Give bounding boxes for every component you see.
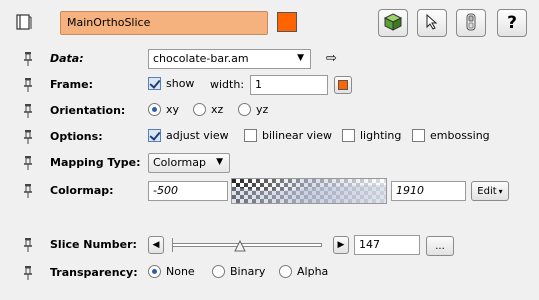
transparency-binary-label: Binary	[230, 265, 266, 278]
pin-icon[interactable]	[22, 155, 34, 171]
option-adjust-view[interactable]: adjust view	[148, 129, 229, 142]
orientation-label: Orientation:	[50, 104, 126, 117]
chevron-down-icon: ▼	[297, 53, 304, 63]
lighting-checkbox[interactable]	[342, 129, 355, 142]
slice-slider[interactable]	[170, 237, 326, 253]
orientation-yz-radio[interactable]	[238, 103, 251, 116]
transparency-none-label: None	[166, 265, 195, 278]
slice-number-input[interactable]: 147	[354, 235, 420, 255]
orientation-xy-option[interactable]: xy	[148, 103, 179, 116]
data-label: Data:	[50, 52, 84, 65]
colormap-edit-label: Edit	[477, 185, 497, 197]
orientation-xy-label: xy	[166, 103, 180, 116]
adjust-view-label: adjust view	[166, 129, 229, 142]
orientation-xz-radio[interactable]	[193, 103, 206, 116]
frame-color-swatch	[338, 80, 348, 90]
cube-button[interactable]	[378, 9, 408, 37]
orientation-xz-label: xz	[211, 103, 224, 116]
transparency-binary-option[interactable]: Binary	[212, 265, 265, 278]
row-transparency: Transparency: None Binary Alpha	[0, 261, 539, 285]
options-label: Options:	[50, 130, 103, 143]
help-button[interactable]: ?	[497, 9, 527, 37]
pin-icon[interactable]	[22, 129, 34, 145]
colormap-edit-button[interactable]: Edit ▾	[471, 181, 509, 201]
pin-icon[interactable]	[22, 265, 34, 281]
book-icon[interactable]	[16, 14, 32, 30]
cube-icon	[383, 12, 403, 35]
transparency-alpha-option[interactable]: Alpha	[279, 265, 328, 278]
orientation-xy-radio[interactable]	[148, 103, 161, 116]
option-bilinear-view[interactable]: bilinear view	[244, 129, 332, 142]
bilinear-view-checkbox[interactable]	[244, 129, 257, 142]
embossing-checkbox[interactable]	[412, 129, 425, 142]
lighting-label: lighting	[360, 129, 402, 142]
row-mapping-type: Mapping Type: Colormap ▼	[0, 151, 539, 175]
chevron-down-icon: ▾	[498, 186, 503, 196]
slice-increment-button[interactable]: ▶	[333, 236, 349, 254]
transparency-alpha-radio[interactable]	[279, 265, 292, 278]
slider-tick	[172, 238, 173, 252]
chevron-down-icon: ▼	[216, 157, 223, 167]
orientation-yz-option[interactable]: yz	[238, 103, 268, 116]
bilinear-view-label: bilinear view	[262, 129, 332, 142]
pin-icon[interactable]	[22, 51, 34, 67]
pointer-icon	[425, 13, 439, 33]
mapping-type-dropdown[interactable]: Colormap ▼	[148, 153, 230, 173]
option-lighting[interactable]: lighting	[342, 129, 401, 142]
pin-icon[interactable]	[22, 103, 34, 119]
ortho-slice-panel: MainOrthoSlice ? Data: chocolate-bar.am …	[0, 0, 539, 300]
colormap-preview[interactable]	[231, 178, 387, 204]
triangle-right-icon: ▶	[337, 240, 345, 250]
pin-icon[interactable]	[22, 237, 34, 253]
pointer-button[interactable]	[417, 9, 447, 37]
frame-show-label: show	[166, 77, 195, 90]
embossing-label: embossing	[430, 129, 490, 142]
ellipsis-icon: ...	[435, 240, 445, 252]
viewer-toggle-button[interactable]	[456, 9, 486, 37]
frame-show-checkbox[interactable]	[148, 77, 161, 90]
row-orientation: Orientation: xy xz yz	[0, 99, 539, 123]
row-options: Options: adjust view bilinear view light…	[0, 125, 539, 149]
viewer-toggle-icon	[465, 13, 477, 34]
orientation-yz-label: yz	[256, 103, 269, 116]
data-source-value: chocolate-bar.am	[153, 52, 249, 65]
header: MainOrthoSlice ?	[0, 0, 539, 44]
slider-thumb[interactable]	[233, 239, 246, 252]
module-name-field[interactable]: MainOrthoSlice	[60, 11, 268, 35]
colormap-max-input[interactable]: 1910	[391, 181, 466, 201]
slice-more-button[interactable]: ...	[426, 236, 454, 256]
transparency-label: Transparency:	[50, 266, 138, 279]
transparency-alpha-label: Alpha	[297, 265, 329, 278]
row-slice-number: Slice Number: ◀ ▶ 147 ...	[0, 233, 539, 257]
frame-show-option[interactable]: show	[148, 77, 194, 90]
frame-width-input[interactable]: 1	[250, 75, 328, 95]
slice-decrement-button[interactable]: ◀	[148, 236, 164, 254]
slice-number-label: Slice Number:	[50, 238, 137, 251]
data-source-dropdown[interactable]: chocolate-bar.am ▼	[148, 49, 311, 69]
triangle-left-icon: ◀	[152, 240, 160, 250]
adjust-view-checkbox[interactable]	[148, 129, 161, 142]
mapping-type-value: Colormap	[153, 156, 206, 169]
row-data: Data: chocolate-bar.am ▼ ⇨	[0, 47, 539, 71]
orientation-xz-option[interactable]: xz	[193, 103, 223, 116]
colormap-min-input[interactable]: -500	[148, 181, 228, 201]
pin-icon[interactable]	[22, 183, 34, 199]
mapping-type-label: Mapping Type:	[50, 156, 141, 169]
frame-label: Frame:	[50, 78, 93, 91]
colormap-label: Colormap:	[50, 184, 114, 197]
transparency-none-option[interactable]: None	[148, 265, 195, 278]
transparency-binary-radio[interactable]	[212, 265, 225, 278]
frame-color-button[interactable]	[334, 76, 352, 94]
option-embossing[interactable]: embossing	[412, 129, 490, 142]
help-icon: ?	[507, 13, 517, 33]
arrow-right-icon[interactable]: ⇨	[326, 51, 337, 66]
pin-icon[interactable]	[22, 77, 34, 93]
slider-track	[172, 243, 322, 247]
module-color-swatch[interactable]	[277, 12, 297, 32]
frame-width-label: width:	[210, 78, 245, 91]
transparency-none-radio[interactable]	[148, 265, 161, 278]
row-colormap: Colormap: -500 1910 Edit ▾	[0, 177, 539, 205]
row-frame: Frame: show width: 1	[0, 73, 539, 97]
